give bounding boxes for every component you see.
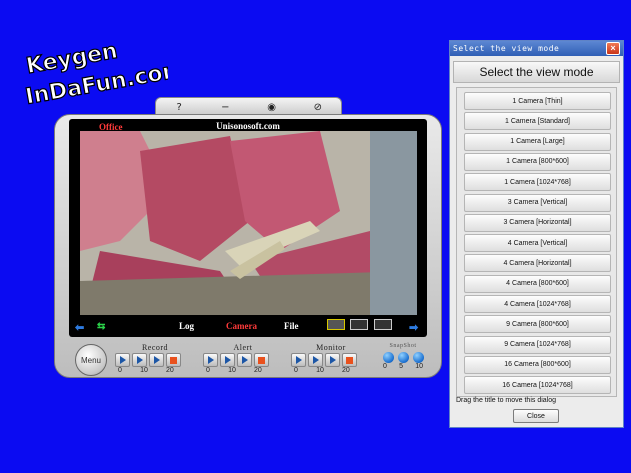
close-icon[interactable]: ⊘	[307, 101, 329, 113]
alert-title: Alert	[233, 343, 253, 352]
minimize-glyph: −	[221, 101, 230, 113]
monitor-stop-button[interactable]	[342, 353, 357, 367]
snapshot-dot-1[interactable]	[382, 352, 394, 363]
view-mode-option[interactable]: 3 Camera [Vertical]	[464, 193, 611, 212]
view-mode-option[interactable]: 3 Camera [Horizontal]	[464, 213, 611, 232]
snapshot-title: SnapShot	[389, 343, 417, 349]
view-mode-option[interactable]: 1 Camera [Thin]	[464, 92, 611, 110]
alert-play-button-1[interactable]	[203, 353, 218, 367]
snapshot-tick: 0	[383, 363, 387, 370]
camera-window: ? − ◉ ⊘ Office Unisonosoft.com ⬅ ⇆ Log C…	[54, 96, 442, 378]
snapshot-icon[interactable]: ◉	[261, 101, 283, 113]
snapshot-tick: 10	[415, 363, 423, 370]
alert-tick: 20	[254, 367, 262, 374]
view-mode-option[interactable]: 9 Camera [1024*768]	[464, 335, 611, 354]
dialog-title-bar[interactable]: Select the view mode ×	[450, 41, 623, 56]
alert-tick: 0	[206, 367, 210, 374]
video-image	[80, 131, 417, 315]
alert-play-button-3[interactable]	[237, 353, 252, 367]
close-button[interactable]: Close	[513, 409, 559, 423]
view-mode-option[interactable]: 4 Camera [Horizontal]	[464, 254, 611, 273]
camera-label[interactable]: Camera	[226, 321, 257, 331]
monitor-tick: 20	[342, 367, 350, 374]
snapshot-glyph: ◉	[267, 101, 276, 113]
log-label[interactable]: Log	[179, 321, 194, 331]
view-mode-option[interactable]: 1 Camera [Standard]	[464, 112, 611, 131]
layout-double-icon[interactable]	[350, 319, 369, 330]
alert-tick: 10	[228, 367, 236, 374]
monitor-play-button-2[interactable]	[308, 353, 323, 367]
monitor-play-button-3[interactable]	[325, 353, 340, 367]
refresh-icon[interactable]: ⇆	[97, 321, 105, 332]
view-mode-option[interactable]: 1 Camera [800*600]	[464, 152, 611, 171]
dialog-title: Select the view mode	[453, 44, 560, 53]
monitor-play-button-1[interactable]	[291, 353, 306, 367]
record-tick: 20	[166, 367, 174, 374]
layout-icons	[327, 319, 392, 332]
help-icon[interactable]: ?	[168, 101, 190, 113]
screen-title: Unisonosoft.com	[216, 121, 280, 131]
record-stop-button[interactable]	[166, 353, 181, 367]
view-mode-option[interactable]: 16 Camera [800*600]	[464, 355, 611, 374]
view-mode-option[interactable]: 4 Camera [1024*768]	[464, 295, 611, 313]
snapshot-controls: SnapShot 0 5 10	[381, 343, 425, 383]
arrow-right-icon[interactable]: ➡	[409, 321, 418, 334]
view-mode-option[interactable]: 9 Camera [800*600]	[464, 315, 611, 334]
minimize-icon[interactable]: −	[214, 101, 236, 113]
view-mode-option[interactable]: 4 Camera [Vertical]	[464, 234, 611, 253]
view-mode-option[interactable]: 1 Camera [1024*768]	[464, 173, 611, 192]
monitor-tick: 0	[294, 367, 298, 374]
layout-triple-icon[interactable]	[373, 319, 392, 330]
file-label[interactable]: File	[284, 321, 299, 331]
menu-button[interactable]: Menu	[75, 344, 107, 376]
camera-screen: Office Unisonosoft.com ⬅ ⇆ Log Camera Fi…	[69, 119, 427, 337]
close-glyph: ⊘	[313, 101, 323, 113]
record-tick: 10	[140, 367, 148, 374]
view-mode-option[interactable]: 16 Camera [1024*768]	[464, 376, 611, 395]
record-title: Record	[141, 343, 169, 352]
video-feed[interactable]	[80, 131, 417, 315]
view-mode-option[interactable]: 1 Camera [Large]	[464, 132, 611, 151]
monitor-tick: 10	[316, 367, 324, 374]
alert-stop-button[interactable]	[254, 353, 269, 367]
alert-controls: Alert 0 10 20	[203, 343, 283, 383]
record-controls: Record 0 10 20	[115, 343, 195, 383]
snapshot-tick: 5	[399, 363, 403, 370]
alert-play-button-2[interactable]	[220, 353, 235, 367]
menu-label: Menu	[80, 355, 101, 365]
help-glyph: ?	[176, 101, 182, 113]
monitor-controls: Monitor 0 10 20	[291, 343, 371, 383]
view-mode-dialog: Select the view mode × Select the view m…	[449, 40, 624, 428]
dialog-heading: Select the view mode	[453, 61, 620, 83]
record-play-button-1[interactable]	[115, 353, 130, 367]
dialog-hint: Drag the title to move this dialog	[456, 397, 556, 404]
record-play-button-3[interactable]	[149, 353, 164, 367]
monitor-title: Monitor	[316, 343, 346, 352]
layout-single-icon[interactable]	[327, 319, 345, 330]
snapshot-dot-3[interactable]	[412, 352, 424, 363]
record-tick: 0	[118, 367, 122, 374]
camera-frame: Office Unisonosoft.com ⬅ ⇆ Log Camera Fi…	[54, 114, 442, 378]
arrow-left-icon[interactable]: ⬅	[75, 321, 84, 334]
view-mode-option[interactable]: 4 Camera [800*600]	[464, 274, 611, 293]
status-bar: ⬅ ⇆ Log Camera File ➡	[69, 317, 427, 335]
record-play-button-2[interactable]	[132, 353, 147, 367]
snapshot-dot-2[interactable]	[397, 352, 409, 363]
view-mode-list: 1 Camera [Thin] 1 Camera [Standard] 1 Came…	[456, 87, 617, 397]
dialog-close-icon[interactable]: ×	[606, 42, 620, 55]
